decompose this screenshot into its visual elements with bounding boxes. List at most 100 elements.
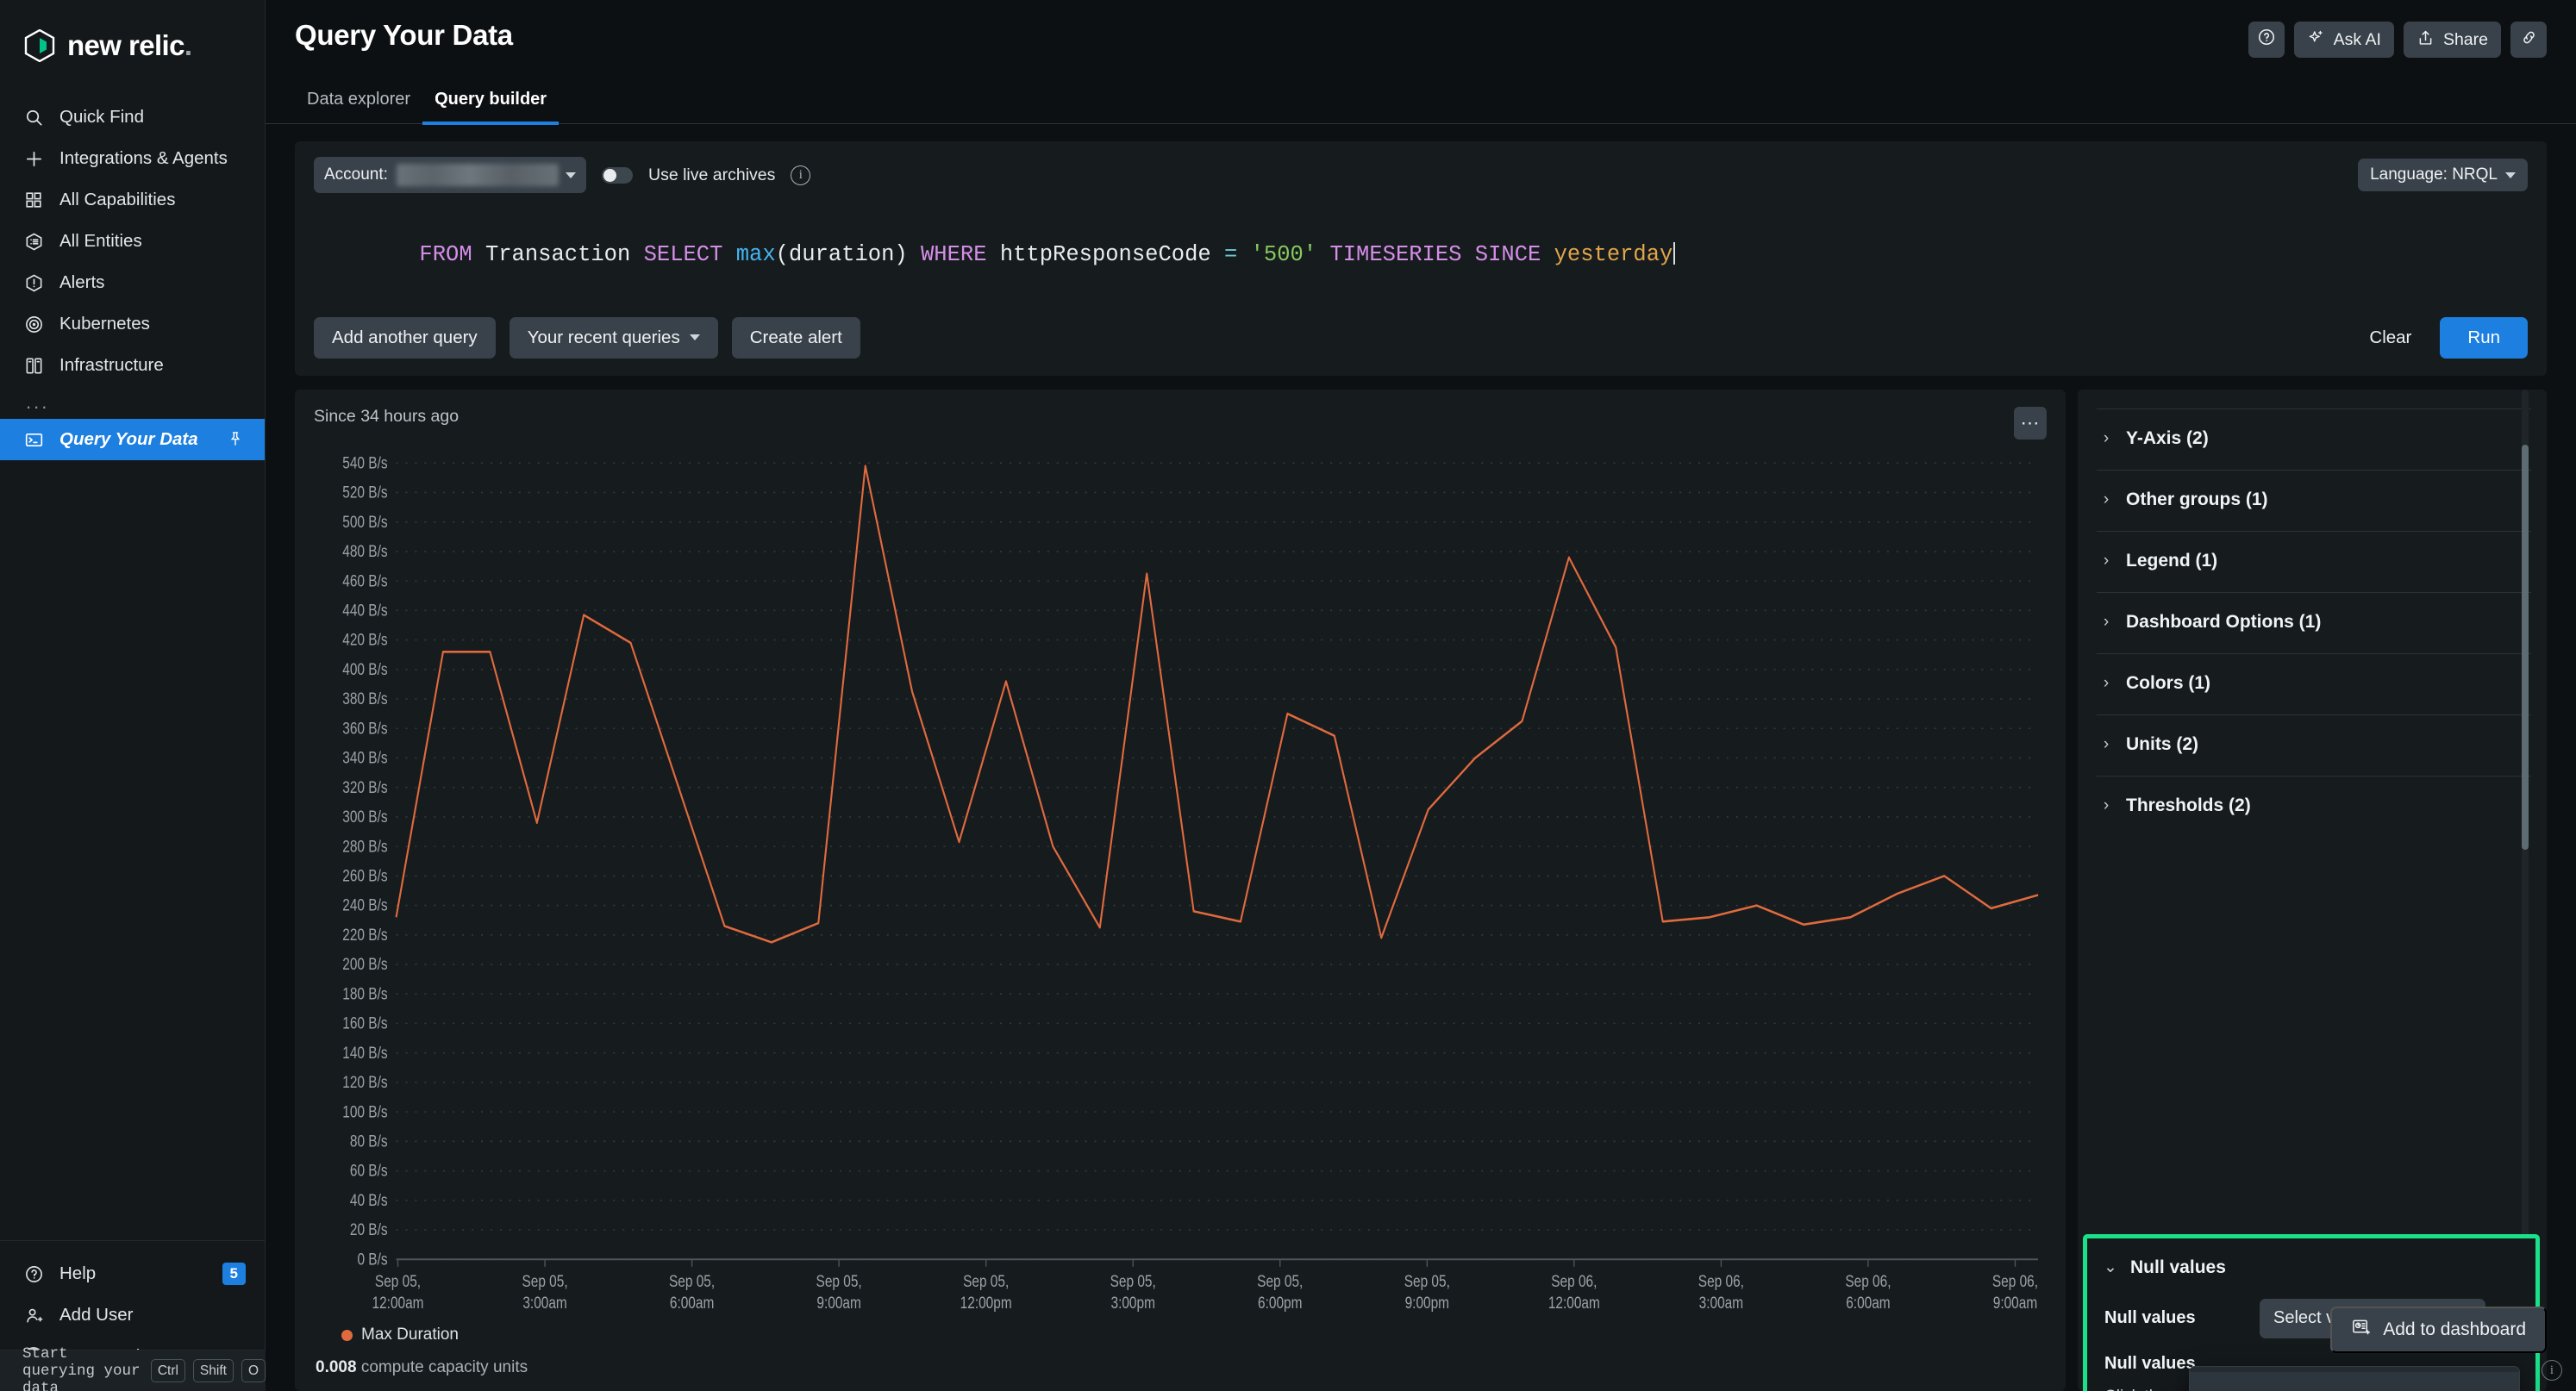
- y-axis-tick-label: 40 B/s: [350, 1190, 388, 1209]
- series-line-max-duration: [395, 465, 2039, 944]
- plus-icon: [22, 147, 45, 170]
- language-select[interactable]: Language: NRQL: [2358, 159, 2528, 191]
- chart-plot-area: 540 B/s 520 B/s 500 B/s 480 B/s 460 B/s 440 B…: [314, 448, 2047, 1319]
- sidebar-item-query-your-data[interactable]: Query Your Data: [0, 419, 265, 460]
- line-chart-svg: 540 B/s 520 B/s 500 B/s 480 B/s 460 B/s 440 B…: [342, 453, 2039, 1312]
- y-axis-tick-label: 220 B/s: [342, 925, 388, 944]
- x-axis-tick-label: Sep 06,: [1698, 1271, 1744, 1290]
- toggle-knob: [603, 168, 616, 182]
- brand-logo[interactable]: new relic.: [0, 0, 265, 69]
- recent-queries-label: Your recent queries: [527, 327, 680, 347]
- y-axis-tick-label: 440 B/s: [342, 601, 388, 620]
- share-button[interactable]: Share: [2403, 22, 2501, 58]
- sidebar-item-kubernetes[interactable]: Kubernetes: [0, 303, 265, 345]
- panel-section-legend[interactable]: › Legend (1): [2097, 530, 2531, 592]
- x-axis-tick-label: Sep 05,: [1110, 1271, 1156, 1290]
- left-sidebar: new relic. Quick Find Integrations & Age…: [0, 0, 266, 1391]
- copy-link-button[interactable]: [2510, 22, 2547, 58]
- panel-section-thresholds[interactable]: › Thresholds (2): [2097, 775, 2531, 837]
- x-axis-tick-label: 12:00am: [1548, 1293, 1600, 1312]
- help-button[interactable]: [2248, 22, 2285, 58]
- sidebar-item-integrations-agents[interactable]: Integrations & Agents: [0, 138, 265, 179]
- create-alert-button[interactable]: Create alert: [731, 316, 860, 359]
- panel-section-dashboard-options[interactable]: › Dashboard Options (1): [2097, 591, 2531, 653]
- sidebar-item-label: All Capabilities: [59, 190, 176, 209]
- sidebar-item-alerts[interactable]: Alerts: [0, 262, 265, 303]
- share-label: Share: [2442, 29, 2488, 49]
- nrql-token: SELECT: [643, 241, 723, 267]
- nrql-token: WHERE: [921, 241, 987, 267]
- sidebar-item-label: Infrastructure: [59, 355, 164, 375]
- account-value-redacted: [396, 164, 559, 186]
- y-axis-tick-label: 180 B/s: [342, 984, 388, 1003]
- chart-menu-button[interactable]: ⋯: [2014, 406, 2047, 440]
- query-panel-controls: Account: Use live archives i Language: N…: [314, 157, 2528, 193]
- status-bar: Start querying your data Ctrl Shift O: [0, 1345, 266, 1391]
- null-values-field-label: Null values: [2104, 1308, 2196, 1328]
- brand-name: new relic.: [67, 29, 192, 61]
- panel-section-colors[interactable]: › Colors (1): [2097, 652, 2531, 714]
- x-axis-tick-label: Sep 06,: [1551, 1271, 1597, 1290]
- y-axis-tick-label: 540 B/s: [342, 453, 388, 472]
- nrql-token: =: [1223, 241, 1238, 267]
- infrastructure-icon: [22, 354, 45, 377]
- sidebar-overflow-ellipsis[interactable]: ...: [0, 386, 265, 419]
- help-circle-icon: [2257, 28, 2276, 52]
- x-axis-tick-label: 3:00am: [522, 1293, 566, 1312]
- panel-section-y-axis[interactable]: › Y-Axis (2): [2097, 408, 2531, 470]
- panel-section-other-groups[interactable]: › Other groups (1): [2097, 469, 2531, 531]
- sidebar-item-quick-find[interactable]: Quick Find: [0, 97, 265, 138]
- panel-scrollbar-thumb[interactable]: [2522, 444, 2529, 850]
- corner-info-icon[interactable]: i: [2542, 1360, 2562, 1381]
- nrql-editor[interactable]: FROM Transaction SELECT max(duration) WH…: [314, 215, 2528, 295]
- ask-ai-label: Ask AI: [2333, 29, 2381, 49]
- chart-legend: Max Duration: [314, 1319, 2047, 1344]
- info-icon[interactable]: i: [791, 165, 811, 185]
- chevron-down-icon: [2505, 172, 2516, 178]
- sidebar-item-label: Add User: [59, 1305, 134, 1325]
- add-user-icon: [22, 1304, 45, 1326]
- panel-section-label: Units (2): [2126, 733, 2198, 754]
- y-axis-tick-label: 380 B/s: [342, 689, 388, 708]
- clear-button[interactable]: Clear: [2351, 317, 2429, 359]
- panel-section-label: Legend (1): [2126, 550, 2218, 571]
- x-axis-tick-label: Sep 06,: [1845, 1271, 1891, 1290]
- pin-icon[interactable]: [227, 430, 246, 449]
- y-axis-tick-label: 60 B/s: [350, 1161, 388, 1180]
- x-axis-tick-label: 9:00am: [1993, 1293, 2037, 1312]
- y-axis-tick-label: 200 B/s: [342, 954, 388, 973]
- sidebar-item-all-capabilities[interactable]: All Capabilities: [0, 179, 265, 221]
- add-another-query-button[interactable]: Add another query: [314, 316, 496, 359]
- legend-color-swatch: [341, 1329, 353, 1341]
- y-axis-tick-label: 520 B/s: [342, 483, 388, 502]
- sidebar-item-help[interactable]: Help 5: [0, 1253, 265, 1294]
- help-icon: [22, 1263, 45, 1285]
- sidebar-item-all-entities[interactable]: All Entities: [0, 221, 265, 262]
- y-axis-tick-label: 100 B/s: [342, 1101, 388, 1120]
- run-button[interactable]: Run: [2440, 316, 2528, 359]
- your-recent-queries-button[interactable]: Your recent queries: [509, 316, 718, 359]
- add-to-dashboard-button[interactable]: Add to dashboard: [2330, 1307, 2547, 1353]
- null-values-header[interactable]: ⌄ Null values: [2104, 1252, 2518, 1288]
- dropdown-option-empty[interactable]: [2190, 1371, 2519, 1391]
- compute-capacity-value: 0.008: [316, 1358, 357, 1376]
- panel-section-units[interactable]: › Units (2): [2097, 714, 2531, 776]
- new-relic-logo-icon: [24, 28, 55, 63]
- tab-bar: Data explorer Query builder: [266, 67, 2576, 125]
- chevron-right-icon: ›: [2103, 673, 2110, 692]
- top-bar: Query Your Data Ask AI Share: [266, 0, 2576, 67]
- y-axis-tick-label: 420 B/s: [342, 630, 388, 649]
- null-values-dropdown-menu: Leave as null (default) Remove Preserve …: [2189, 1365, 2520, 1391]
- ask-ai-button[interactable]: Ask AI: [2293, 22, 2394, 58]
- account-select[interactable]: Account:: [314, 157, 586, 193]
- main-content: Query Your Data Ask AI Share Data explor…: [266, 0, 2576, 1391]
- chevron-right-icon: ›: [2103, 734, 2110, 753]
- tab-query-builder[interactable]: Query builder: [422, 83, 560, 125]
- help-badge-count: 5: [222, 1262, 246, 1286]
- top-bar-actions: Ask AI Share: [2248, 19, 2547, 58]
- tab-data-explorer[interactable]: Data explorer: [295, 83, 422, 125]
- sidebar-item-add-user[interactable]: Add User: [0, 1294, 265, 1336]
- sidebar-item-infrastructure[interactable]: Infrastructure: [0, 345, 265, 386]
- live-archives-toggle[interactable]: [602, 166, 633, 184]
- y-axis-tick-label: 20 B/s: [350, 1219, 388, 1238]
